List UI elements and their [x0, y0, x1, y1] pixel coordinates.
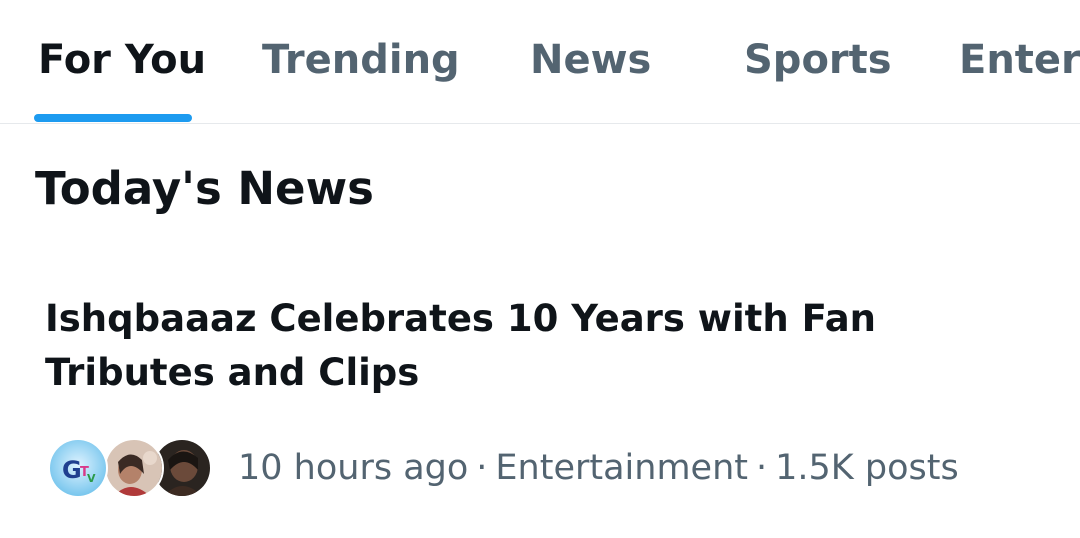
meta-separator: · — [476, 448, 488, 488]
meta-separator: · — [755, 448, 768, 488]
active-tab-indicator — [34, 114, 192, 122]
tab-news[interactable]: News — [530, 36, 651, 84]
tab-for-you[interactable]: For You — [38, 36, 206, 84]
section-title: Today's News — [35, 162, 374, 215]
avatar — [104, 438, 164, 498]
svg-text:V: V — [87, 472, 96, 485]
gtv-logo-letter: G — [62, 456, 82, 484]
avatar-stack: G T V — [48, 436, 214, 500]
story-meta-text: 10 hours ago · Entertainment · 1.5K post… — [238, 448, 959, 488]
story-post-count: 1.5K posts — [775, 448, 959, 488]
tab-sports[interactable]: Sports — [744, 36, 892, 84]
story-category: Entertainment — [495, 448, 748, 488]
tab-bar: For You Trending News Sports Entert — [0, 0, 1080, 124]
avatar: G T V — [48, 438, 108, 498]
tab-trending[interactable]: Trending — [262, 36, 460, 84]
story-time: 10 hours ago — [238, 448, 469, 488]
tab-entertainment[interactable]: Entert — [959, 36, 1080, 84]
news-headline[interactable]: Ishqbaaaz Celebrates 10 Years with Fan T… — [45, 292, 1045, 400]
gtv-logo-icon: G T V — [50, 440, 106, 496]
user-photo-icon — [106, 440, 162, 496]
story-meta: G T V 10 hours ago · Entertainment · 1.5… — [48, 436, 959, 500]
